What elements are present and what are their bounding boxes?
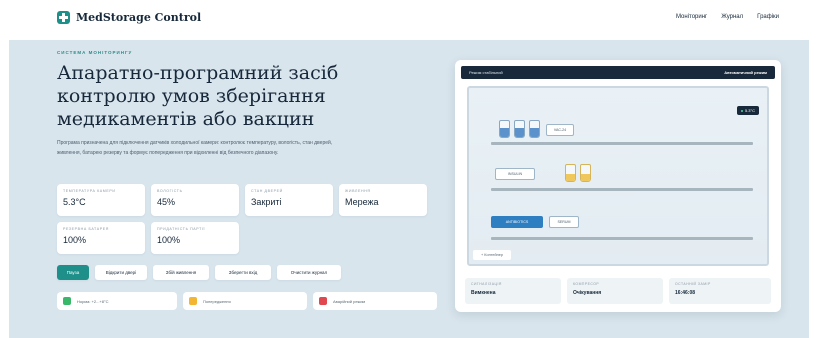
status-last-reading: Останній замір 16:46:08 [669,278,771,304]
vial-gold-1[interactable] [565,164,576,182]
add-container-button[interactable]: + Контейнер [473,250,511,260]
status-label: Сигналізація [471,282,502,286]
status-dot-icon [740,109,743,112]
stat-value: 5.3°C [63,197,86,207]
status-alarm: Сигналізація Вимкнена [465,278,561,304]
vial-fill [530,128,539,137]
vial-gold-2[interactable] [580,164,591,182]
shelf-2 [491,188,753,191]
stat-card-batch-validity: Придатність партії 100% [151,222,239,254]
stat-card-humidity: Вологість 45% [151,184,239,216]
auto-mode-label[interactable]: Автоматичний режим [724,70,767,75]
legend-item-alarm: Аварійний режим [313,292,437,310]
stat-value: Закриті [251,197,282,207]
nav-link-charts[interactable]: Графіки [757,14,779,20]
stat-label: Живлення [345,189,371,193]
legend-label: Аварійний режим [333,298,366,304]
status-swatch-green [63,297,71,305]
stat-value: 45% [157,197,176,207]
legend-label: Попередження [203,298,231,304]
stat-label: Резервна батарея [63,227,109,231]
container-slot-vac[interactable]: VAC-24 [546,124,574,136]
stat-label: Стан дверей [251,189,283,193]
status-label: Компресор [573,282,600,286]
stat-value: Мережа [345,197,379,207]
vial-blue-1[interactable] [499,120,510,138]
status-value: Вимкнена [471,290,496,296]
vial-fill [500,128,509,137]
container-slot-antibiotics[interactable]: ANTIBIOTICS [491,216,543,228]
stat-value: 100% [63,235,87,245]
hero-section: Система моніторингу Апаратно-програмний … [9,40,809,338]
mode-status-label: Режим стабільний [469,70,503,75]
nav-link-journal[interactable]: Журнал [721,14,743,20]
top-header: MedStorage Control Моніторинг Журнал Гра… [9,0,809,40]
legend-item-warning: Попередження [183,292,307,310]
stat-card-temperature: Температура камери 5.3°C [57,184,145,216]
page-title: Апаратно-програмний засіб контролю умов … [57,62,339,130]
stat-card-door: Стан дверей Закриті [245,184,333,216]
status-swatch-yellow [189,297,197,305]
status-value: 16:46:08 [675,290,696,296]
shelf-1 [491,142,753,145]
stat-label: Придатність партії [157,227,206,231]
vial-blue-3[interactable] [529,120,540,138]
stat-label: Температура камери [63,189,116,193]
brand[interactable]: MedStorage Control [57,11,201,24]
vial-fill [581,173,590,181]
legend-item-normal: Норма: +2...+8°C [57,292,177,310]
shelf-3 [491,237,753,240]
container-slot-serum[interactable]: SERUM [549,216,579,228]
status-value: Очікування [573,290,602,296]
vial-blue-2[interactable] [514,120,525,138]
save-entry-button[interactable]: Зберегти вхід [215,265,271,280]
open-door-button[interactable]: Відкрити двері [95,265,147,280]
section-kicker: Система моніторингу [57,50,133,55]
medical-cross-logo-icon [57,11,70,24]
pause-button[interactable]: Пауза [57,265,89,280]
status-swatch-red [319,297,327,305]
status-compressor: Компресор Очікування [567,278,663,304]
stat-card-battery: Резервна батарея 100% [57,222,145,254]
legend-label: Норма: +2...+8°C [77,298,109,304]
clear-journal-button[interactable]: Очистити журнал [277,265,341,280]
vial-fill [515,128,524,137]
storage-visual-panel: Режим стабільний Автоматичний режим 5.3°… [455,60,781,312]
fridge-cabinet: 5.3°C VAC-24 INSULIN ANTIBIOTICS SERUM +… [467,86,769,266]
temperature-badge: 5.3°C [737,106,759,115]
status-label: Останній замір [675,282,711,286]
vial-fill [566,173,575,181]
page: MedStorage Control Моніторинг Журнал Гра… [9,0,809,338]
panel-header-bar: Режим стабільний Автоматичний режим [461,66,775,79]
nav-link-monitoring[interactable]: Моніторинг [676,14,707,20]
temperature-badge-value: 5.3°C [744,108,756,113]
main-nav: Моніторинг Журнал Графіки [676,14,779,20]
stat-card-power: Живлення Мережа [339,184,427,216]
brand-name: MedStorage Control [76,11,202,24]
container-slot-insulin[interactable]: INSULIN [495,168,535,180]
stat-label: Вологість [157,189,183,193]
page-description: Програма призначена для підключення датч… [57,140,333,156]
stat-value: 100% [157,235,181,245]
power-failure-button[interactable]: Збій живлення [153,265,209,280]
